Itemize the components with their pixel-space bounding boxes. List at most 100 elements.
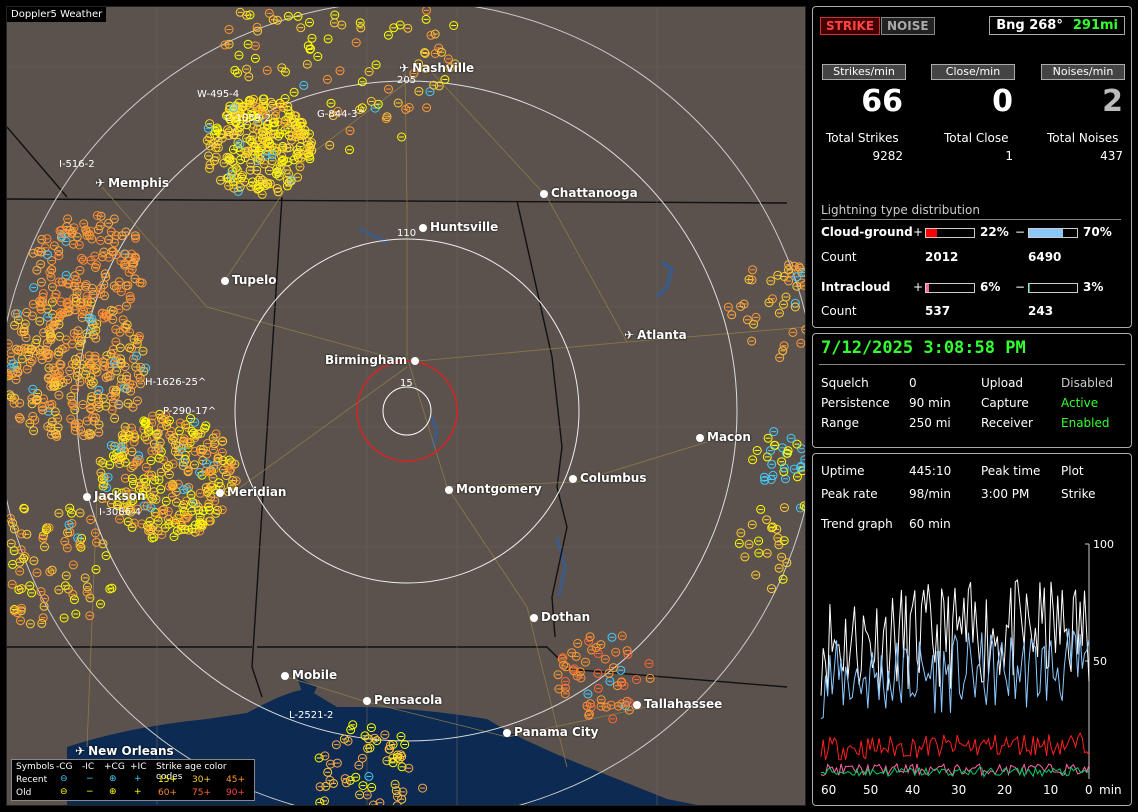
lightning-map[interactable]: Doppler5 Weather ✈ Nashville ✈ Memphis C… [6, 6, 806, 806]
cg-plus-sign: + [913, 225, 924, 239]
cg-plus-pct: 22% [980, 225, 1009, 239]
upload-value[interactable]: Disabled [1061, 376, 1113, 390]
ic-minus-bar-fill [1029, 284, 1031, 292]
legend-age-90: 90+ [226, 788, 245, 798]
old-plus-cg-icon: ⊕ [109, 787, 117, 797]
city-dot-icon [530, 614, 538, 622]
settings-panel: 7/12/2025 3:08:58 PM Squelch 0 Upload Di… [812, 333, 1132, 448]
city-memphis[interactable]: ✈ Memphis [95, 176, 169, 190]
trend-line-total [820, 579, 1090, 696]
city-chattanooga[interactable]: Chattanooga [540, 186, 638, 200]
city-jackson[interactable]: Jackson [83, 489, 146, 503]
plot-value[interactable]: Strike [1061, 487, 1096, 501]
trend-line-cg-plus [820, 731, 1090, 761]
uptime-label: Uptime [821, 464, 865, 478]
capture-label: Capture [981, 396, 1029, 410]
city-dot-icon [569, 475, 577, 483]
cg-minus-bar [1028, 228, 1078, 238]
storm-label[interactable]: C-1059-2 [225, 113, 271, 124]
legend-age-75: 75+ [192, 788, 211, 798]
city-columbus[interactable]: Columbus [569, 471, 647, 485]
total-noises-label: Total Noises [1047, 131, 1119, 145]
cloud-ground-label: Cloud-ground [821, 225, 913, 239]
squelch-value: 0 [909, 376, 917, 390]
airport-icon: ✈ [399, 61, 410, 75]
city-dot-icon [540, 190, 548, 198]
storm-label[interactable]: P-290-17^ [163, 406, 216, 417]
persistence-value: 90 min [909, 396, 951, 410]
total-strikes-label: Total Strikes [826, 131, 899, 145]
bearing-value: Bng 268° [996, 18, 1063, 33]
strikes-per-min-header: Strikes/min [822, 64, 906, 80]
range-ring-label: 15 [400, 378, 413, 389]
highway-label: 205 [397, 75, 417, 86]
storm-label[interactable]: I-516-2 [59, 159, 95, 170]
city-dot-icon [696, 434, 704, 442]
storm-label[interactable]: L-2521-2 [289, 710, 333, 721]
peak-rate-value: 98/min [909, 487, 951, 501]
uptime-value: 445:10 [909, 464, 952, 478]
cg-minus-sign: − [1015, 225, 1026, 239]
strike-stats-panel: STRIKE NOISE Bng 268° 291mi Strikes/min C… [812, 6, 1132, 328]
city-birmingham[interactable]: Birmingham [325, 353, 422, 367]
divider [821, 219, 1121, 220]
city-tallahassee[interactable]: Tallahassee [633, 697, 722, 711]
x-tick-label-30: 30 [951, 783, 966, 797]
intracloud-label: Intracloud [821, 280, 891, 294]
cg-plus-bar-fill [926, 229, 937, 237]
city-dothan[interactable]: Dothan [530, 610, 590, 624]
city-nashville[interactable]: ✈ Nashville [399, 61, 474, 75]
legend-col-minus-cg: -CG [56, 762, 73, 772]
city-montgomery[interactable]: Montgomery [445, 482, 542, 496]
range-value: 250 mi [909, 416, 951, 430]
strikes-per-min-value: 66 [861, 84, 903, 119]
old-minus-cg-icon: ⊖ [60, 787, 68, 797]
total-noises-value: 437 [1100, 149, 1123, 163]
capture-value[interactable]: Active [1061, 396, 1098, 410]
datetime-display: 7/12/2025 3:08:58 PM [821, 338, 1026, 358]
noise-button[interactable]: NOISE [881, 17, 935, 35]
city-mobile[interactable]: Mobile [281, 668, 337, 682]
trend-graph-label: Trend graph [821, 517, 893, 531]
strike-button[interactable]: STRIKE [820, 17, 881, 35]
legend-col-plus-cg: +CG [104, 762, 125, 772]
city-meridian[interactable]: Meridian [216, 485, 286, 499]
storm-label[interactable]: H-1626-25^ [145, 377, 206, 388]
recent-plus-cg-icon: ⊕ [109, 774, 117, 784]
cg-plus-count: 2012 [925, 250, 959, 264]
peak-rate-label: Peak rate [821, 487, 878, 501]
storm-label[interactable]: W-495-4 [197, 89, 239, 100]
recent-minus-cg-icon: ⊖ [60, 774, 68, 784]
cg-plus-bar [925, 228, 975, 238]
trend-graph: 100 50 60 50 40 30 20 10 0 min [820, 538, 1122, 797]
city-panama-city[interactable]: Panama City [503, 725, 598, 739]
peak-time-label: Peak time [981, 464, 1041, 478]
noises-per-min-header: Noises/min [1041, 64, 1125, 80]
city-new-orleans[interactable]: ✈ New Orleans [75, 744, 174, 758]
plot-label: Plot [1061, 464, 1084, 478]
legend-col-minus-ic: -IC [82, 762, 95, 772]
x-tick-label-60: 60 [821, 783, 836, 797]
ic-plus-bar [925, 283, 975, 293]
legend-recent-label: Recent [16, 775, 48, 785]
app-title: Doppler5 Weather [7, 7, 107, 22]
old-minus-ic-icon: − [86, 787, 94, 797]
city-dot-icon [633, 701, 641, 709]
cg-count-label: Count [821, 250, 857, 264]
recent-plus-ic-icon: + [134, 774, 142, 784]
city-atlanta[interactable]: ✈ Atlanta [624, 328, 687, 342]
city-pensacola[interactable]: Pensacola [363, 693, 442, 707]
airport-icon: ✈ [624, 328, 635, 342]
city-huntsville[interactable]: Huntsville [419, 220, 498, 234]
receiver-value[interactable]: Enabled [1061, 416, 1110, 430]
cg-minus-bar-fill [1029, 229, 1063, 237]
trend-series-group [820, 579, 1090, 778]
storm-label[interactable]: I-3086-4 [99, 507, 141, 518]
city-dot-icon [363, 697, 371, 705]
ic-count-label: Count [821, 304, 857, 318]
legend-old-label: Old [16, 788, 32, 798]
city-tupelo[interactable]: Tupelo [221, 273, 277, 287]
city-macon[interactable]: Macon [696, 430, 751, 444]
storm-label[interactable]: G-844-3^ [317, 109, 366, 120]
symbol-legend: Symbols -CG -IC +CG +IC Strike age color… [11, 759, 255, 801]
